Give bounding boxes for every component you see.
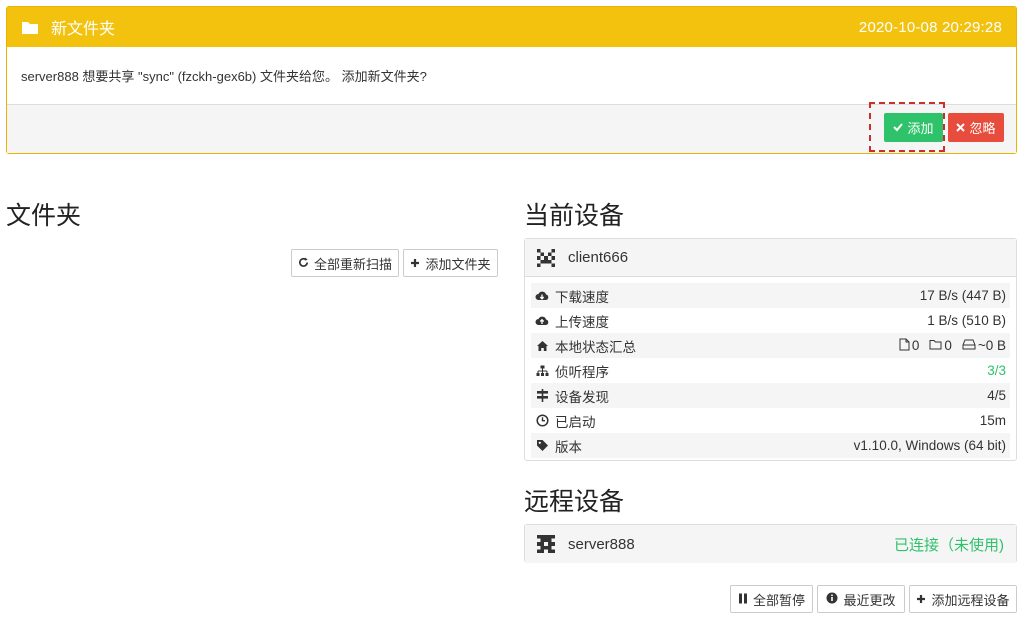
ignore-label: 忽略 xyxy=(969,121,996,136)
version-label: 版本 xyxy=(555,439,582,455)
remote-device-name: server888 xyxy=(568,535,635,553)
plus-icon xyxy=(916,592,926,607)
pause-all-label: 全部暂停 xyxy=(752,592,805,608)
upload-rate-value: 1 B/s (510 B) xyxy=(927,313,1006,328)
this-device-header[interactable]: client666 xyxy=(525,239,1016,277)
folder-icon xyxy=(21,18,39,36)
upload-rate-label: 上传速度 xyxy=(555,314,609,330)
size-total: ~0 B xyxy=(962,338,1006,353)
folders-heading: 文件夹 xyxy=(6,202,82,230)
new-folder-notification: 新文件夹 2020-10-08 20:29:28 server888 想要共享 … xyxy=(6,6,1017,154)
files-count-value: 0 xyxy=(911,338,920,353)
home-icon xyxy=(535,339,549,353)
notification-title: 新文件夹 xyxy=(51,21,116,38)
notification-message: server888 想要共享 "sync" (fzckh-gex6b) 文件夹给… xyxy=(7,47,1016,105)
download-rate-value: 17 B/s (447 B) xyxy=(919,288,1006,303)
uptime-label: 已启动 xyxy=(555,414,596,430)
pause-all-button[interactable]: 全部暂停 xyxy=(730,585,813,613)
add-remote-device-label: 添加远程设备 xyxy=(931,592,1010,608)
remote-devices-heading: 远程设备 xyxy=(524,488,625,516)
add-remote-device-button[interactable]: 添加远程设备 xyxy=(909,585,1017,613)
dirs-count: 0 xyxy=(929,338,952,353)
uptime-value: 15m xyxy=(979,413,1006,428)
tag-icon xyxy=(535,439,549,453)
discovery-row: 设备发现 4/5 xyxy=(531,383,1010,408)
folder-outline-icon xyxy=(929,338,942,353)
device-name: client666 xyxy=(568,249,629,266)
discovery-value: 4/5 xyxy=(987,388,1006,403)
cloud-download-icon xyxy=(535,289,549,303)
remote-device-panel: server888 已连接（未使用) xyxy=(524,524,1017,563)
size-total-value: ~0 B xyxy=(977,338,1006,353)
dirs-count-value: 0 xyxy=(944,338,952,353)
discovery-label: 设备发现 xyxy=(555,389,609,405)
notification-actions: 添加 忽略 xyxy=(7,105,1016,153)
download-rate-row: 下载速度 17 B/s (447 B) xyxy=(531,283,1010,308)
file-icon xyxy=(899,338,910,354)
this-device-panel: client666 下载速度 17 B/s (447 B) 上传速度 1 B/s… xyxy=(524,238,1017,461)
recent-changes-button[interactable]: 最近更改 xyxy=(817,585,905,613)
clock-icon xyxy=(535,414,549,428)
rescan-all-button[interactable]: 全部重新扫描 xyxy=(291,249,399,277)
refresh-icon xyxy=(298,256,309,271)
remote-identicon-icon xyxy=(537,535,555,553)
hdd-icon xyxy=(962,338,976,353)
notification-timestamp: 2020-10-08 20:29:28 xyxy=(858,18,1002,36)
add-folder-button[interactable]: 添加文件夹 xyxy=(403,249,498,277)
version-value: v1.10.0, Windows (64 bit) xyxy=(853,438,1006,453)
add-folder-label: 添加文件夹 xyxy=(425,256,491,272)
local-state-label: 本地状态汇总 xyxy=(555,339,636,355)
this-device-heading: 当前设备 xyxy=(524,202,625,230)
device-identicon-icon xyxy=(537,248,555,267)
pause-icon xyxy=(738,592,748,607)
ignore-button[interactable]: 忽略 xyxy=(948,113,1004,142)
files-count: 0 xyxy=(899,338,920,354)
uptime-row: 已启动 15m xyxy=(531,408,1010,433)
listeners-label: 侦听程序 xyxy=(555,364,609,380)
notification-header: 新文件夹 2020-10-08 20:29:28 xyxy=(7,7,1016,47)
notification-message-text: server888 想要共享 "sync" (fzckh-gex6b) 文件夹给… xyxy=(21,69,427,84)
listeners-value: 3/3 xyxy=(987,363,1006,378)
download-rate-label: 下载速度 xyxy=(555,289,609,305)
listeners-row: 侦听程序 3/3 xyxy=(531,358,1010,383)
version-row: 版本 v1.10.0, Windows (64 bit) xyxy=(531,433,1010,458)
remote-device-item[interactable]: server888 已连接（未使用) xyxy=(525,525,1016,563)
signpost-icon xyxy=(535,389,549,403)
rescan-all-label: 全部重新扫描 xyxy=(313,256,392,272)
upload-rate-row: 上传速度 1 B/s (510 B) xyxy=(531,308,1010,333)
close-icon xyxy=(956,120,966,135)
plus-icon xyxy=(410,256,420,271)
info-icon xyxy=(826,592,838,607)
remote-device-status: 已连接（未使用) xyxy=(894,536,1004,554)
sitemap-icon xyxy=(535,364,549,378)
local-state-row: 本地状态汇总 0 0 ~0 B xyxy=(531,333,1010,358)
recent-changes-label: 最近更改 xyxy=(843,592,896,608)
cloud-upload-icon xyxy=(535,314,549,328)
focus-highlight xyxy=(869,102,945,152)
local-state-summary: 0 0 ~0 B xyxy=(893,338,1006,354)
